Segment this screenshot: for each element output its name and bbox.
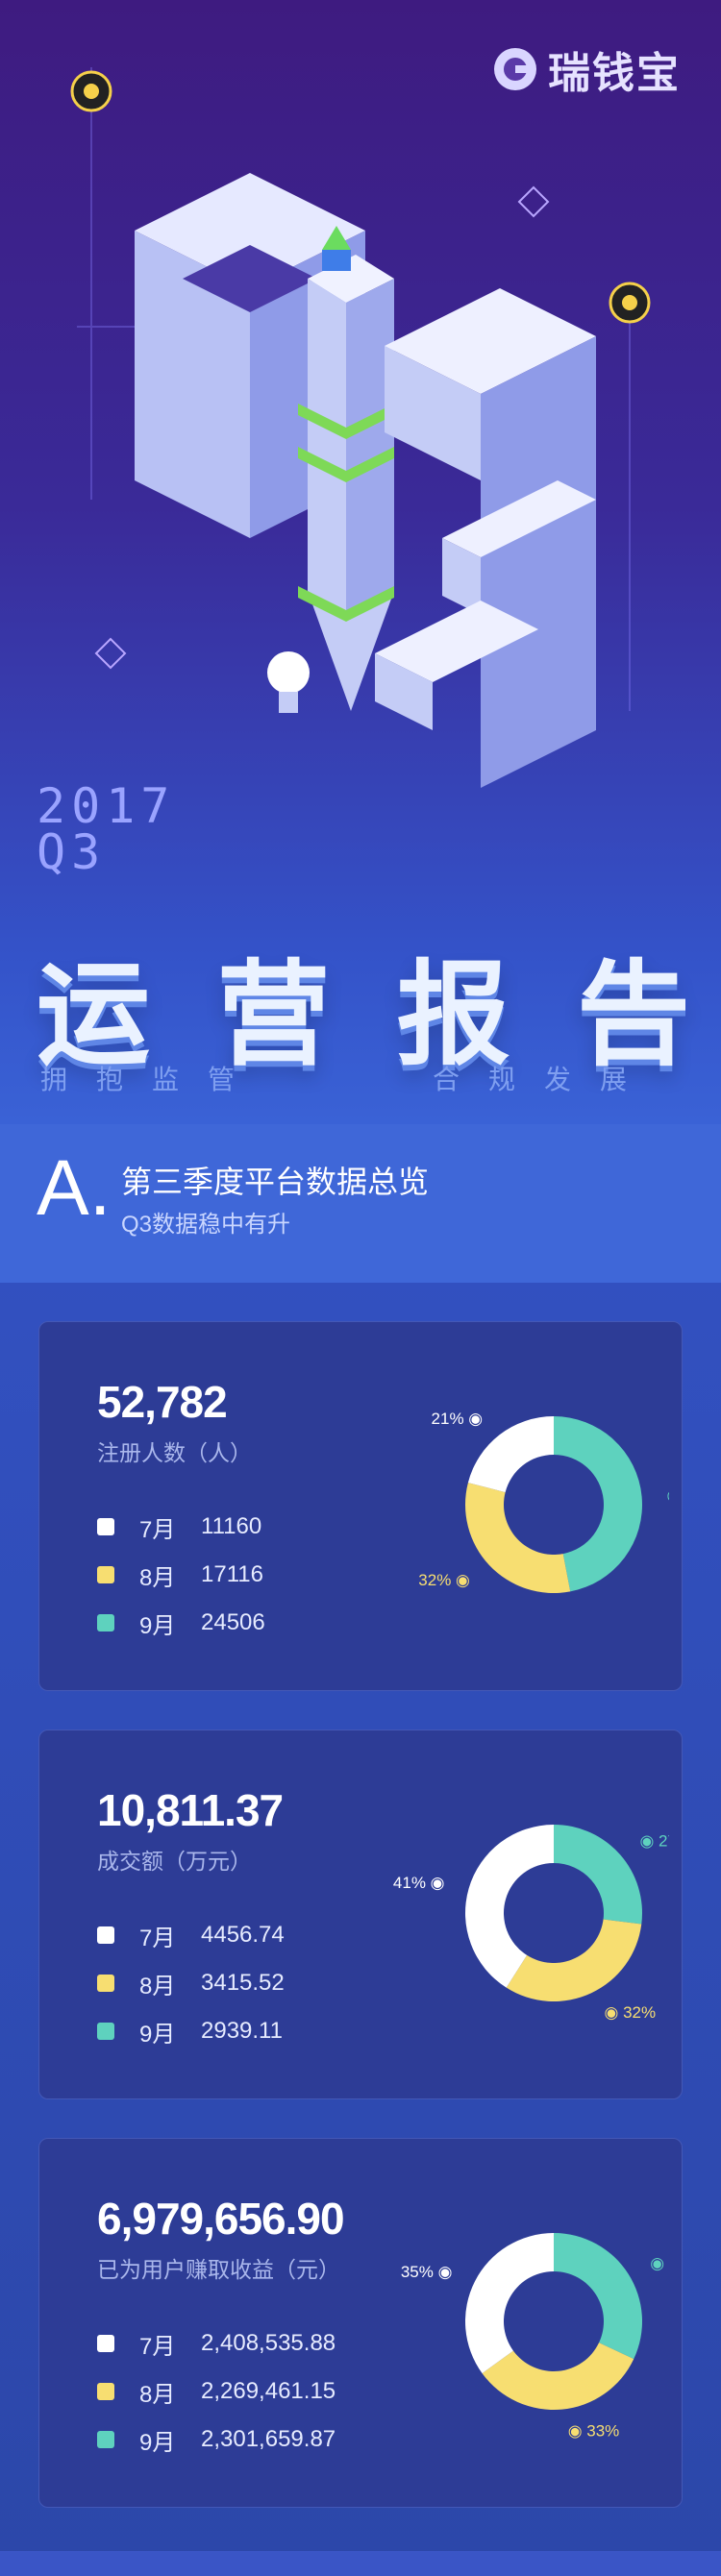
legend-swatch	[97, 2431, 114, 2448]
legend-row: 7月 4456.74	[97, 1911, 285, 1959]
donut-pct-label: ◉ 27%	[640, 1832, 669, 1851]
legend-month: 7月	[139, 1925, 176, 1951]
legend-month: 7月	[139, 2333, 176, 2360]
legend-month: 8月	[139, 2381, 176, 2408]
donut-slice-8m	[464, 1483, 571, 1593]
donut-pct-label: 41% ◉	[393, 1874, 445, 1892]
legend-value: 11160	[201, 1513, 262, 1539]
stat-card-registrations: 52,782 注册人数（人） 7月 11160 8月 17116 9月 24506 ◉…	[38, 1321, 683, 1691]
legend-value: 2,408,535.88	[201, 2330, 336, 2356]
stat-value: 10,811.37	[97, 1785, 284, 1835]
slogan-left: 拥抱监管	[40, 1065, 264, 1094]
donut-slice-9m	[554, 1416, 642, 1592]
report-year: 2017 Q3	[37, 778, 176, 880]
section-subtitle: Q3数据稳中有升	[121, 1212, 291, 1238]
q3-illustration	[70, 67, 651, 788]
legend-value: 2,269,461.15	[201, 2378, 336, 2404]
legend-swatch	[97, 2335, 114, 2352]
legend-swatch	[97, 2383, 114, 2400]
stat-card-earnings: 6,979,656.90 已为用户赚取收益（元） 7月 2,408,535.88 …	[38, 2138, 683, 2508]
donut-pct-label: ◉ 33%	[568, 2421, 620, 2440]
legend-swatch	[97, 1926, 114, 1944]
legend-swatch	[97, 2023, 114, 2040]
donut-chart: ◉ 47% 32% ◉ 21% ◉	[418, 1410, 669, 1593]
legend-value: 2,301,659.87	[201, 2426, 336, 2452]
quarter-text: Q3	[37, 824, 107, 880]
donut-slice-7m	[465, 2233, 554, 2374]
donut-pct-label: 21% ◉	[432, 1410, 484, 1428]
stat-value: 52,782	[97, 1377, 228, 1427]
legend-row: 9月 2939.11	[97, 2007, 285, 2055]
stat-value: 6,979,656.90	[97, 2194, 345, 2244]
legend-month: 8月	[139, 1973, 176, 1999]
legend-row: 7月 2,408,535.88	[97, 2319, 336, 2367]
donut-slice-9m	[554, 1825, 642, 1925]
legend-row: 7月 11160	[97, 1503, 265, 1551]
stat-card-volume: 10,811.37 成交额（万元） 7月 4456.74 8月 3415.52 9月…	[38, 1730, 683, 2099]
slogan-right: 合规发展	[433, 1065, 657, 1094]
stat-label: 成交额（万元）	[97, 1849, 252, 1874]
legend-swatch	[97, 1566, 114, 1583]
legend-value: 17116	[201, 1561, 263, 1587]
donut-slice-8m	[506, 1919, 642, 2001]
legend-month: 9月	[139, 1612, 176, 1639]
legend-value: 2939.11	[201, 2018, 283, 2044]
donut-chart: ◉ 32% ◉ 33% 35% ◉	[401, 2233, 669, 2440]
year-text: 2017	[37, 778, 176, 834]
donut-pct-label: ◉ 32%	[605, 2003, 657, 2022]
section-letter: A.	[37, 1144, 112, 1232]
donut-pct-label: 32% ◉	[418, 1571, 470, 1589]
legend-swatch	[97, 1975, 114, 1992]
legend-row: 8月 2,269,461.15	[97, 2367, 336, 2416]
donut-pct-label: 35% ◉	[401, 2263, 453, 2281]
legend-month: 8月	[139, 1564, 176, 1591]
donut-slice-9m	[554, 2233, 642, 2360]
legend-month: 9月	[139, 2021, 176, 2048]
legend-swatch	[97, 1518, 114, 1535]
legend-row: 8月 3415.52	[97, 1959, 285, 2007]
donut-chart: ◉ 27% ◉ 32% 41% ◉	[393, 1825, 669, 2022]
donut-pct-label: ◉ 47%	[666, 1485, 669, 1504]
legend-value: 4456.74	[201, 1922, 285, 1948]
legend-swatch	[97, 1614, 114, 1631]
legend-row: 9月 2,301,659.87	[97, 2416, 336, 2464]
donut-pct-label: ◉ 32%	[650, 2254, 669, 2272]
legend-value: 3415.52	[201, 1970, 285, 1996]
legend-value: 24506	[201, 1609, 265, 1635]
legend-month: 7月	[139, 1516, 176, 1543]
section-title: 第三季度平台数据总览	[121, 1165, 430, 1199]
stat-label: 注册人数（人）	[97, 1440, 252, 1465]
legend-row: 8月 17116	[97, 1551, 265, 1599]
hero-banner: 瑞钱宝 2017 Q3 运 营 报 告 拥抱监管 合规发展	[0, 0, 721, 1124]
legend-row: 9月 24506	[97, 1599, 265, 1647]
section-header: A. 第三季度平台数据总览 Q3数据稳中有升	[0, 1124, 721, 1283]
bottom-divider	[0, 2551, 721, 2576]
stat-label: 已为用户赚取收益（元）	[97, 2257, 340, 2282]
legend-month: 9月	[139, 2429, 176, 2456]
